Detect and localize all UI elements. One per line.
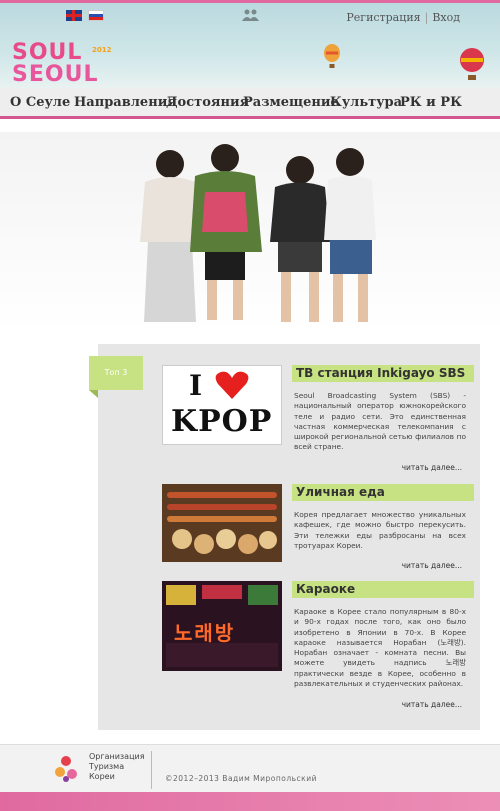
thumb-karaoke-sign: 노래방	[174, 621, 236, 645]
article-thumbnail-kpop[interactable]: I KPOP	[162, 365, 282, 445]
auth-separator: |	[424, 11, 429, 24]
article-excerpt: Корея предлагает множество уникальных ка…	[294, 510, 466, 550]
nav-item-accommodation[interactable]: Размещение	[243, 95, 339, 110]
org-line2: Туризма	[89, 762, 125, 771]
article-thumbnail-karaoke[interactable]: 노래방	[162, 581, 282, 671]
nav-item-rk-rk[interactable]: РК и РК	[400, 95, 462, 110]
auth-links: Регистрация | Вход	[346, 11, 460, 24]
login-link[interactable]: Вход	[432, 11, 460, 24]
hot-air-balloon-icon	[460, 48, 484, 80]
hero-illustration	[140, 144, 376, 322]
thumb-letter-i: I	[189, 369, 203, 402]
org-line1: Организация	[89, 752, 145, 761]
nav-item-directions[interactable]: Направления	[74, 95, 177, 110]
users-icon[interactable]	[242, 9, 260, 21]
read-more-link[interactable]: читать далее...	[402, 700, 462, 709]
site-logo[interactable]: SOUL SEOUL 2012	[12, 42, 111, 88]
article-card: 노래방 Караоке Караоке в Корее стало популя…	[162, 581, 480, 711]
article-excerpt: Seoul Broadcasting System (SBS) - национ…	[294, 391, 466, 452]
main-navigation: О Сеуле Направления Достояния Размещение…	[0, 88, 500, 119]
site-footer: Организация Туризма Кореи ©2012–2013 Вад…	[0, 744, 500, 793]
read-more-link[interactable]: читать далее...	[402, 463, 462, 472]
korea-tourism-logo-icon[interactable]	[51, 752, 81, 784]
hot-air-balloon-icon	[324, 44, 340, 68]
english-flag-icon[interactable]	[66, 10, 82, 21]
article-excerpt: Караоке в Корее стало популярным в 80-х …	[294, 607, 466, 689]
site-header: Регистрация | Вход SOUL SEOUL 2012	[0, 0, 500, 88]
logo-year: 2012	[92, 46, 112, 54]
thumb-kpop-text: KPOP	[171, 404, 273, 439]
nav-item-heritage[interactable]: Достояния	[166, 95, 249, 110]
organization-name: Организация Туризма Кореи	[89, 752, 149, 782]
top3-tag: Топ 3	[89, 356, 143, 398]
hero-banner-image	[0, 132, 500, 332]
russian-flag-icon[interactable]	[88, 10, 104, 21]
org-line3: Кореи	[89, 772, 115, 781]
article-title[interactable]: ТВ станция Inkigayo SBS	[292, 365, 474, 382]
nav-item-culture[interactable]: Культура	[330, 95, 402, 110]
article-card: I KPOP ТВ станция Inkigayo SBS Seoul Bro…	[162, 365, 480, 475]
footer-divider	[151, 751, 152, 789]
heart-icon	[215, 371, 249, 399]
article-title[interactable]: Караоке	[292, 581, 474, 598]
article-title[interactable]: Уличная еда	[292, 484, 474, 501]
article-thumbnail-street-food[interactable]	[162, 484, 282, 562]
logo-line2: SEOUL	[12, 62, 99, 87]
register-link[interactable]: Регистрация	[346, 11, 420, 24]
top-accent-strip	[0, 0, 500, 3]
nav-item-about-seoul[interactable]: О Сеуле	[10, 95, 70, 110]
bottom-accent-bar	[0, 792, 500, 811]
article-card: Уличная еда Корея предлагает множество у…	[162, 484, 480, 576]
copyright-text: ©2012–2013 Вадим Миропольский	[165, 774, 317, 783]
read-more-link[interactable]: читать далее...	[402, 561, 462, 570]
